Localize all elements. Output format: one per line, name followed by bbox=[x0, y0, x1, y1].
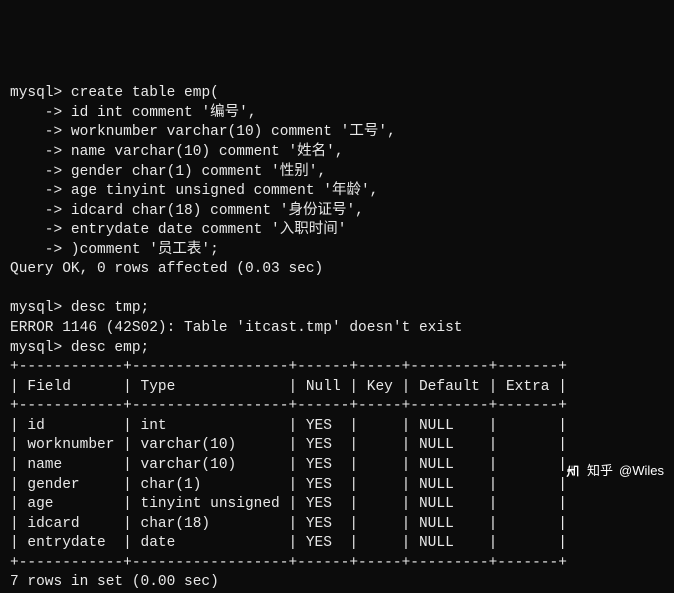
cont-prompt: -> bbox=[10, 164, 62, 180]
table-header: | Field | Type | Null | Key | Default | … bbox=[10, 379, 567, 395]
table-border: +------------+------------------+------+… bbox=[10, 555, 567, 571]
cont-prompt: -> bbox=[10, 222, 62, 238]
sql-line: )comment '员工表'; bbox=[71, 242, 219, 258]
cont-prompt: -> bbox=[10, 124, 62, 140]
sql-line: name varchar(10) comment '姓名', bbox=[71, 144, 344, 160]
sql-line: idcard char(18) comment '身份证号', bbox=[71, 203, 364, 219]
table-row: | entrydate | date | YES | | NULL | | bbox=[10, 535, 567, 551]
sql-line: entrydate date comment '入职时间' bbox=[71, 222, 347, 238]
table-border: +------------+------------------+------+… bbox=[10, 359, 567, 375]
sql-line: worknumber varchar(10) comment '工号', bbox=[71, 124, 396, 140]
rows-in-set: 7 rows in set (0.00 sec) bbox=[10, 574, 219, 590]
table-row: | name | varchar(10) | YES | | NULL | | bbox=[10, 457, 567, 473]
prompt: mysql> bbox=[10, 85, 62, 101]
sql-line: desc emp; bbox=[71, 340, 149, 356]
sql-line: desc tmp; bbox=[71, 300, 149, 316]
zhihu-icon bbox=[565, 463, 581, 479]
error-line: ERROR 1146 (42S02): Table 'itcast.tmp' d… bbox=[10, 320, 462, 336]
sql-line: id int comment '编号', bbox=[71, 105, 257, 121]
prompt: mysql> bbox=[10, 340, 62, 356]
table-row: | id | int | YES | | NULL | | bbox=[10, 418, 567, 434]
table-border: +------------+------------------+------+… bbox=[10, 398, 567, 414]
watermark: 知乎 @Wiles bbox=[565, 462, 664, 480]
watermark-site: 知乎 bbox=[587, 462, 613, 480]
cont-prompt: -> bbox=[10, 203, 62, 219]
table-row: | worknumber | varchar(10) | YES | | NUL… bbox=[10, 437, 567, 453]
cont-prompt: -> bbox=[10, 144, 62, 160]
watermark-author: @Wiles bbox=[619, 462, 664, 480]
query-ok: Query OK, 0 rows affected (0.03 sec) bbox=[10, 261, 323, 277]
prompt: mysql> bbox=[10, 300, 62, 316]
cont-prompt: -> bbox=[10, 242, 62, 258]
table-row: | gender | char(1) | YES | | NULL | | bbox=[10, 477, 567, 493]
cont-prompt: -> bbox=[10, 183, 62, 199]
sql-line: age tinyint unsigned comment '年龄', bbox=[71, 183, 378, 199]
table-row: | idcard | char(18) | YES | | NULL | | bbox=[10, 516, 567, 532]
sql-line: create table emp( bbox=[71, 85, 219, 101]
table-row: | age | tinyint unsigned | YES | | NULL … bbox=[10, 496, 567, 512]
sql-line: gender char(1) comment '性别', bbox=[71, 164, 326, 180]
cont-prompt: -> bbox=[10, 105, 62, 121]
